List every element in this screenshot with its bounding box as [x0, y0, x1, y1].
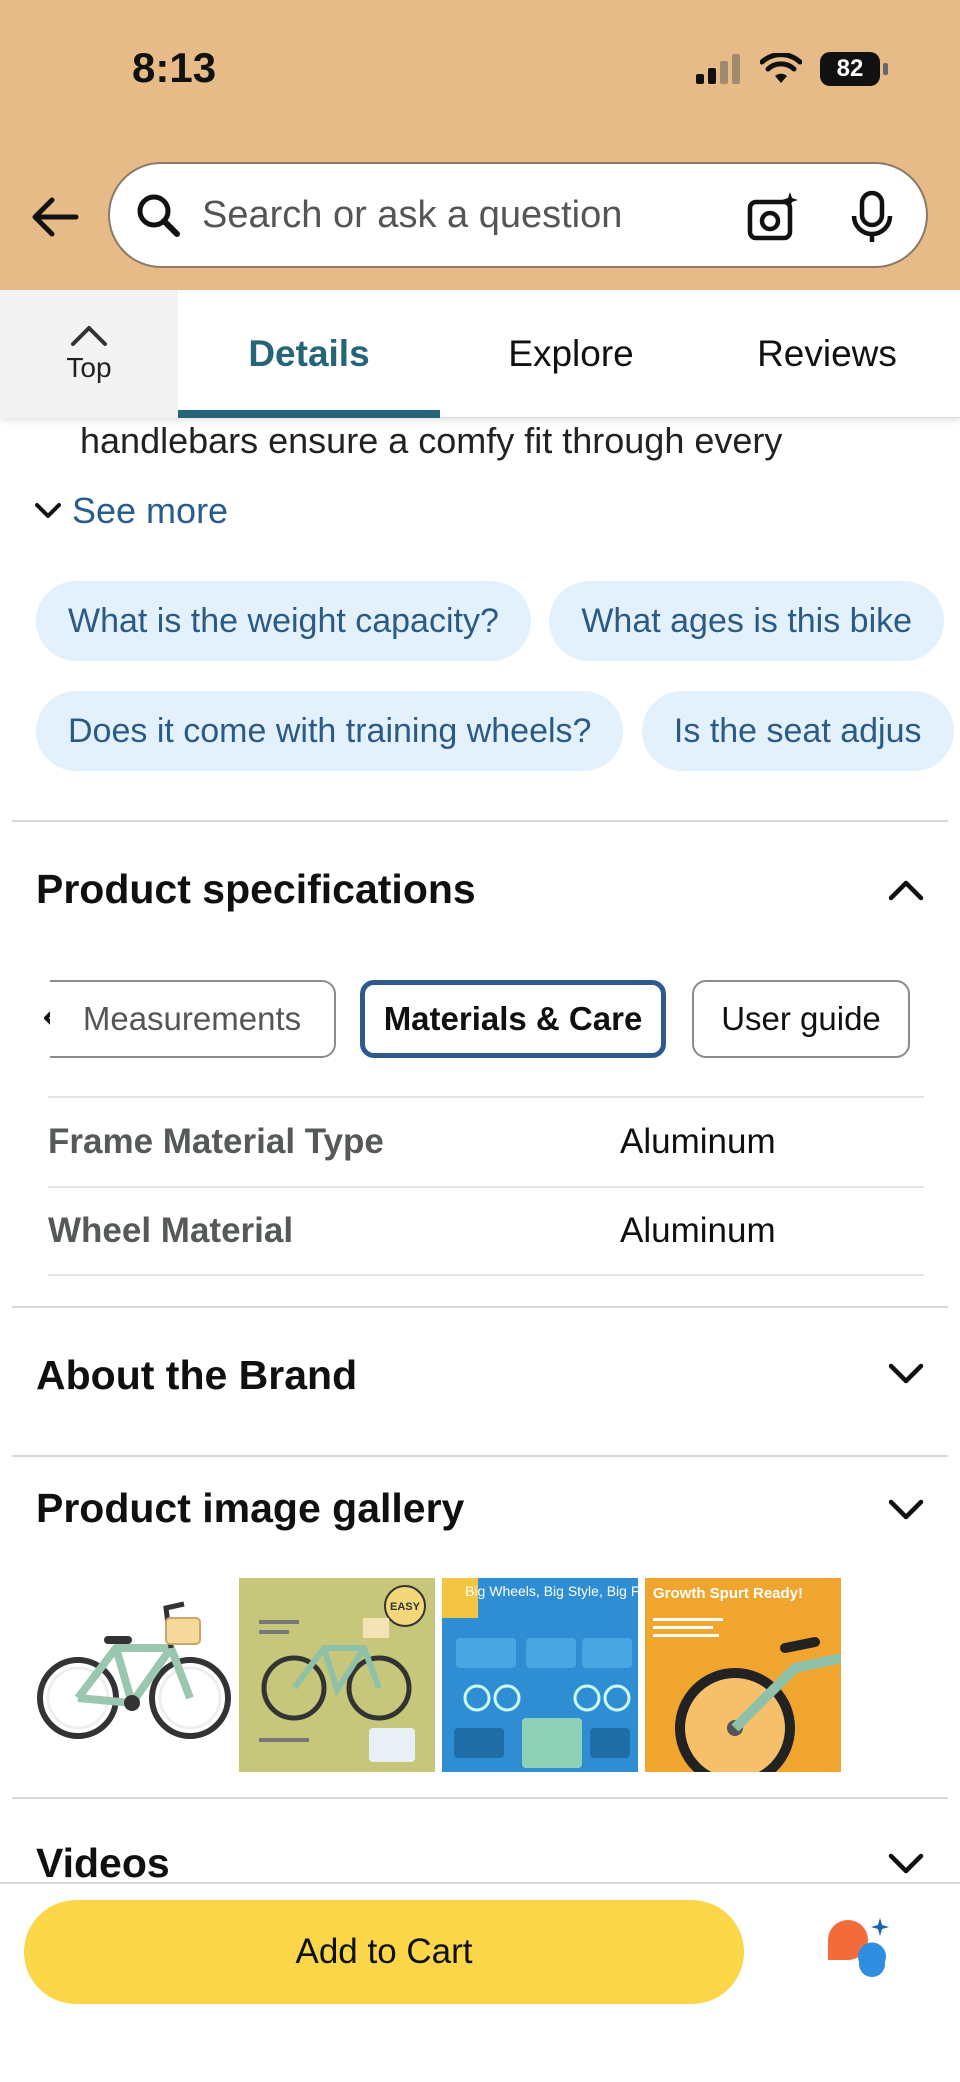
bike-features-image: EASY	[259, 1585, 426, 1762]
videos-title[interactable]: Videos	[36, 1840, 170, 1887]
spec-value: Aluminum	[620, 1211, 776, 1250]
tab-explore[interactable]: Explore	[440, 290, 702, 418]
chevron-down-icon	[35, 503, 61, 518]
bike-image	[37, 1601, 231, 1739]
table-row: Wheel Material Aluminum	[48, 1186, 924, 1276]
chevron-up-icon	[71, 326, 107, 346]
image-caption: Growth Spurt Ready!	[653, 1585, 803, 1602]
about-brand-title[interactable]: About the Brand	[36, 1352, 357, 1399]
spec-table: Frame Material Type Aluminum Wheel Mater…	[48, 1096, 924, 1276]
divider	[12, 820, 948, 822]
status-time: 8:13	[132, 44, 217, 91]
question-chip[interactable]: Does it come with training wheels?	[36, 691, 624, 771]
chevron-down-icon[interactable]	[886, 1490, 926, 1530]
tab-top-label: Top	[66, 352, 112, 383]
search-bar[interactable]: Search or ask a question	[108, 162, 928, 268]
add-to-cart-button[interactable]: Add to Cart	[24, 1900, 744, 2004]
spec-tab-user-guide[interactable]: User guide	[692, 980, 910, 1058]
chevron-down-icon[interactable]	[886, 1844, 926, 1884]
spec-tab-materials-care[interactable]: Materials & Care	[360, 980, 666, 1058]
question-chips-row-1: What is the weight capacity? What ages i…	[36, 581, 958, 661]
battery-indicator: 82	[820, 52, 888, 86]
cellular-signal-icon	[696, 54, 740, 84]
question-chip[interactable]: Is the seat adjus	[641, 691, 954, 771]
divider	[12, 1797, 948, 1799]
spec-category-tabs: Measurements Materials & Care User guide	[44, 980, 944, 1058]
bottom-action-bar: Add to Cart	[0, 1882, 960, 2082]
gallery-thumbnail[interactable]: Growth Spurt Ready!	[645, 1578, 841, 1772]
question-chips-row-2: Does it come with training wheels? Is th…	[36, 691, 960, 771]
description-text: handlebars ensure a comfy fit through ev…	[80, 420, 783, 461]
tab-details[interactable]: Details	[178, 290, 440, 418]
back-arrow-icon[interactable]	[28, 190, 82, 244]
gallery-thumbnail[interactable]: EASY	[239, 1578, 435, 1772]
see-more-label: See more	[72, 490, 229, 531]
wifi-icon	[760, 53, 802, 83]
chevron-up-icon[interactable]	[886, 870, 926, 910]
spec-key: Wheel Material	[48, 1211, 294, 1250]
question-chip[interactable]: What ages is this bike	[549, 581, 945, 661]
spec-value: Aluminum	[620, 1122, 776, 1161]
divider	[12, 1306, 948, 1308]
app-header: 8:13 82 Search or ask a question	[0, 0, 960, 290]
divider	[12, 1455, 948, 1457]
big-wheels-image: Big Wheels, Big Style, Big Fun!	[442, 1578, 638, 1768]
chevron-down-icon[interactable]	[886, 1354, 926, 1394]
table-row: Frame Material Type Aluminum	[48, 1096, 924, 1186]
product-specifications-title[interactable]: Product specifications	[36, 866, 476, 913]
question-chip[interactable]: What is the weight capacity?	[36, 581, 531, 661]
gallery-thumbnail[interactable]	[36, 1578, 232, 1772]
detail-tabbar: Top Details Explore Reviews	[0, 290, 960, 418]
spec-tab-measurements[interactable]: Measurements	[50, 980, 336, 1058]
tab-top[interactable]: Top	[0, 290, 178, 418]
search-icon	[137, 194, 180, 237]
ai-assistant-icon[interactable]	[824, 1916, 894, 1978]
tab-reviews[interactable]: Reviews	[696, 290, 958, 418]
badge-text: EASY	[390, 1601, 421, 1613]
spec-key: Frame Material Type	[48, 1122, 384, 1161]
growth-spurt-image: Growth Spurt Ready!	[653, 1585, 841, 1772]
image-gallery: EASY Big Wheels, Big Style, Big Fun!	[36, 1578, 841, 1772]
product-image-gallery-title[interactable]: Product image gallery	[36, 1485, 464, 1532]
status-icons: 82	[696, 52, 888, 86]
see-more-link[interactable]: See more	[34, 490, 228, 532]
image-caption: Big Wheels, Big Style, Big Fun!	[465, 1583, 638, 1599]
search-input[interactable]: Search or ask a question	[202, 194, 622, 237]
camera-search-icon[interactable]	[746, 190, 800, 244]
microphone-icon[interactable]	[848, 190, 896, 244]
gallery-thumbnail[interactable]: Big Wheels, Big Style, Big Fun!	[442, 1578, 638, 1772]
